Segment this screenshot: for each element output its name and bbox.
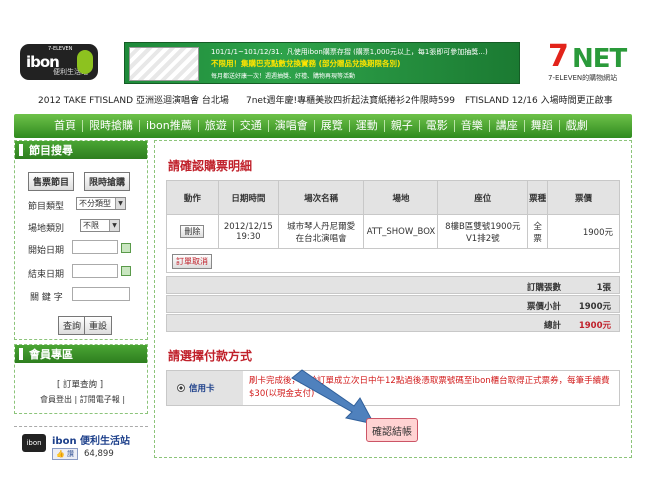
qty-value: 1張 — [596, 283, 611, 293]
type-label: 節目類型 — [28, 202, 65, 212]
ibon-mascot-icon — [77, 50, 93, 74]
nav-drama[interactable]: 戲劇 — [560, 120, 594, 132]
delete-button[interactable]: 刪除 — [180, 225, 205, 238]
datetime-cell: 2012/12/15 19:30 — [217, 214, 279, 249]
nav-sports[interactable]: 運動 — [350, 120, 385, 132]
query-button[interactable]: 查詢 — [58, 316, 87, 335]
nav-limited[interactable]: 限時搶購 — [83, 120, 140, 132]
col-event: 場次名稱 — [277, 180, 365, 215]
total-row: 總計 1900元 — [166, 314, 620, 332]
nav-music[interactable]: 音樂 — [455, 120, 490, 132]
seat-cell: 8樓B區雙號1900元 V1排2號 — [437, 214, 529, 249]
nav-dance[interactable]: 舞蹈 — [525, 120, 560, 132]
calendar-icon[interactable] — [121, 243, 131, 253]
ticket-image — [129, 47, 199, 81]
col-seat: 座位 — [437, 180, 529, 215]
keyword-input[interactable] — [72, 287, 130, 301]
col-action: 動作 — [166, 180, 219, 215]
price-cell: 1900元 — [547, 214, 620, 249]
table-row: 刪除 2012/12/15 19:30 城市琴人丹尼爾愛 在台北演唱會 ATT_SH… — [166, 214, 620, 249]
total-value: 1900元 — [578, 321, 611, 331]
col-venue: 場地 — [363, 180, 439, 215]
reset-button[interactable]: 重設 — [84, 316, 113, 335]
promo-banner[interactable]: 101/1/1~101/12/31．凡使用ibon購票存摺 (購票1,000元以… — [124, 42, 520, 84]
event-cell: 城市琴人丹尼爾愛 在台北演唱會 — [277, 214, 365, 249]
banner-line1: 101/1/1~101/12/31．凡使用ibon購票存摺 (購票1,000元以… — [211, 48, 488, 56]
fb-like-count: 64,899 — [84, 449, 114, 459]
confirm-checkout-button[interactable]: 確認結帳 — [366, 418, 418, 442]
calendar-icon[interactable] — [121, 266, 131, 276]
start-date-label: 開始日期 — [28, 246, 65, 256]
sell-programs-button[interactable]: 售票節目 — [28, 172, 75, 191]
end-date-label: 結束日期 — [28, 270, 65, 280]
fb-page-name[interactable]: ibon 便利生活站 — [52, 432, 130, 447]
nav-concert[interactable]: 演唱會 — [269, 120, 315, 132]
radio-selected-icon[interactable] — [177, 384, 185, 392]
nav-transport[interactable]: 交通 — [234, 120, 269, 132]
qty-label: 訂購張數 — [526, 283, 561, 293]
order-cancel-button[interactable]: 訂單取消 — [172, 254, 212, 269]
col-ticket-type: 票種 — [527, 180, 549, 215]
main-nav: 首頁 限時搶購 ibon推薦 旅遊 交通 演唱會 展覽 運動 親子 電影 音樂 … — [14, 114, 632, 138]
news-link-2[interactable]: 7net週年慶!專櫃美妝四折起法寶紙捲衫2件限時599 — [246, 93, 455, 106]
banner-line3: 每月都送好康一次！週週抽獎、好禮、購物再現等活動 — [211, 73, 356, 80]
venue-label: 場地類別 — [28, 224, 65, 234]
cancel-row — [166, 249, 620, 273]
end-date-input[interactable] — [72, 264, 118, 278]
search-title: 節目搜尋 — [15, 141, 147, 159]
ibon-logo[interactable]: 7-ELEVEN ibon 便利生活站 — [20, 44, 98, 80]
payment-title: 請選擇付款方式 — [168, 349, 253, 363]
col-datetime: 日期時間 — [217, 180, 279, 215]
action-cell: 刪除 — [166, 214, 219, 249]
order-query-link[interactable]: [ 訂單查詢 ] — [57, 378, 103, 390]
confirm-title: 請確認購票明細 — [168, 159, 253, 173]
chevron-down-icon: ▼ — [115, 198, 125, 209]
chevron-down-icon: ▼ — [109, 220, 119, 231]
ibon-fb-avatar[interactable]: ibon — [22, 434, 46, 452]
payment-method-label[interactable]: 信用卡 — [167, 371, 243, 405]
nav-family[interactable]: 親子 — [385, 120, 420, 132]
limited-sale-button[interactable]: 限時搶購 — [84, 172, 131, 191]
ticket-type-cell: 全票 — [527, 214, 549, 249]
venue-cell: ATT_SHOW_BOX — [363, 214, 439, 249]
7net-logo-text: NET — [572, 44, 627, 74]
nav-exhibition[interactable]: 展覽 — [315, 120, 350, 132]
fb-like-button[interactable]: 👍 讚 — [52, 448, 78, 460]
subtotal-value: 1900元 — [578, 302, 611, 312]
nav-movie[interactable]: 電影 — [420, 120, 455, 132]
total-label: 總計 — [543, 321, 561, 331]
nav-ibon-recommend[interactable]: ibon推薦 — [140, 120, 199, 132]
type-select[interactable]: 不分類型 ▼ — [76, 197, 126, 210]
table-header-row: 動作 日期時間 場次名稱 場地 座位 票種 票價 — [166, 180, 620, 215]
member-title: 會員專區 — [15, 345, 147, 363]
keyword-label: 關 鍵 字 — [30, 293, 63, 303]
subtotal-label: 票價小計 — [526, 302, 561, 312]
ibon-logo-brand: 7-ELEVEN — [48, 46, 73, 52]
qty-row: 訂購張數 1張 — [166, 276, 620, 294]
7net-logo[interactable]: 7 NET 7-ELEVEN的購物網站 — [546, 42, 636, 84]
venue-select[interactable]: 不限 ▼ — [80, 219, 120, 232]
ticket-table: 動作 日期時間 場次名稱 場地 座位 票種 票價 刪除 2012/12/15 19… — [166, 180, 620, 249]
nav-home[interactable]: 首頁 — [48, 120, 83, 132]
nav-travel[interactable]: 旅遊 — [199, 120, 234, 132]
nav-lecture[interactable]: 講座 — [490, 120, 525, 132]
start-date-input[interactable] — [72, 240, 118, 254]
col-price: 票價 — [547, 180, 620, 215]
member-links[interactable]: 會員登出 | 訂閱電子報 | — [40, 394, 125, 405]
7net-caption: 7-ELEVEN的購物網站 — [548, 74, 618, 82]
news-link-1[interactable]: 2012 TAKE FTISLAND 亞洲巡迴演唱會 台北場 — [38, 93, 229, 106]
banner-line2: 不限用！集購巴克點數兌換實務 (部分贈品兌換期限各別) — [211, 59, 401, 68]
payment-row: 信用卡 刷卡完成後，請於訂單成立次日中午12點過後憑取票號碼至ibon櫃台取得正… — [166, 370, 620, 406]
7net-logo-seven: 7 — [548, 39, 569, 74]
news-link-3[interactable]: FTISLAND 12/16 入場時間更正啟事 — [465, 93, 613, 106]
subtotal-row: 票價小計 1900元 — [166, 295, 620, 313]
